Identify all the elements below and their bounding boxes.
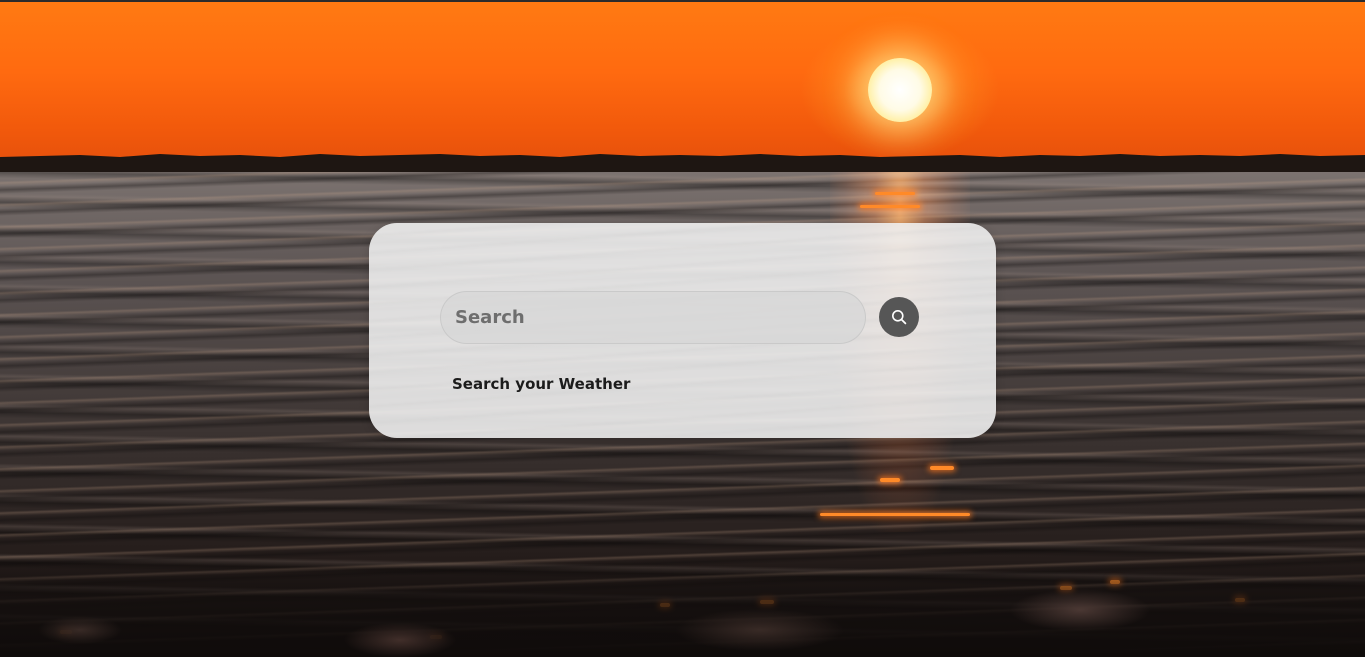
window-top-border <box>0 0 1365 2</box>
foreground-waves <box>0 560 1365 657</box>
water-glint <box>860 205 920 208</box>
horizon-treeline <box>0 154 1365 173</box>
search-card: Search your Weather <box>369 223 996 438</box>
water-glint <box>820 513 970 516</box>
sun <box>868 58 932 122</box>
weather-app-page: Search your Weather <box>0 0 1365 657</box>
search-hint-text: Search your Weather <box>452 375 631 393</box>
water-glint <box>880 478 900 482</box>
water-glint <box>930 466 954 470</box>
water-glint <box>875 192 915 195</box>
background-sky <box>0 2 1365 158</box>
search-input[interactable] <box>440 291 866 344</box>
search-icon <box>892 310 907 325</box>
search-button[interactable] <box>879 297 919 337</box>
